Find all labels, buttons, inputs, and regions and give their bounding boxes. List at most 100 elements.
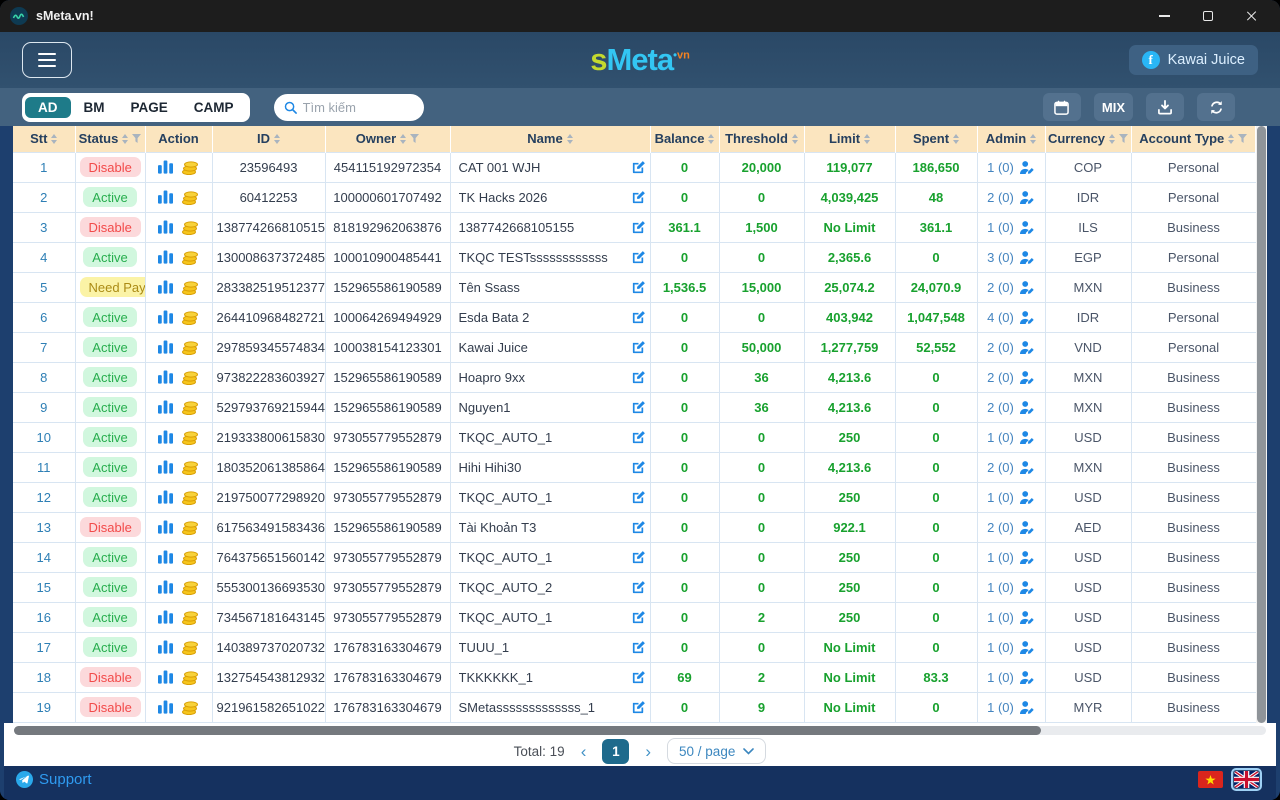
profile-button[interactable]: Kawai Juice bbox=[1129, 45, 1258, 75]
admin-user-icon[interactable] bbox=[1020, 461, 1035, 474]
edit-icon[interactable] bbox=[631, 490, 646, 505]
admin-user-icon[interactable] bbox=[1020, 371, 1035, 384]
coins-icon[interactable] bbox=[181, 310, 199, 325]
vietnam-flag-icon[interactable] bbox=[1198, 771, 1223, 788]
vertical-scrollbar[interactable] bbox=[1256, 126, 1267, 723]
tab-ad[interactable]: AD bbox=[25, 97, 71, 118]
uk-flag-button[interactable] bbox=[1231, 768, 1262, 791]
edit-icon[interactable] bbox=[631, 190, 646, 205]
chart-icon[interactable] bbox=[158, 610, 173, 624]
sort-icon[interactable] bbox=[953, 134, 959, 144]
column-header-spent[interactable]: Spent bbox=[895, 126, 977, 152]
column-header-threshold[interactable]: Threshold bbox=[719, 126, 804, 152]
edit-icon[interactable] bbox=[631, 520, 646, 535]
chart-icon[interactable] bbox=[158, 430, 173, 444]
mix-button[interactable]: MIX bbox=[1094, 93, 1133, 121]
coins-icon[interactable] bbox=[181, 430, 199, 445]
chart-icon[interactable] bbox=[158, 460, 173, 474]
coins-icon[interactable] bbox=[181, 640, 199, 655]
edit-icon[interactable] bbox=[631, 610, 646, 625]
chart-icon[interactable] bbox=[158, 520, 173, 534]
edit-icon[interactable] bbox=[631, 670, 646, 685]
admin-user-icon[interactable] bbox=[1020, 191, 1035, 204]
chart-icon[interactable] bbox=[158, 370, 173, 384]
support-link[interactable]: Support bbox=[16, 771, 92, 788]
sort-icon[interactable] bbox=[708, 134, 714, 144]
column-header-limit[interactable]: Limit bbox=[804, 126, 895, 152]
chart-icon[interactable] bbox=[158, 190, 173, 204]
admin-user-icon[interactable] bbox=[1020, 251, 1035, 264]
sort-icon[interactable] bbox=[1228, 134, 1234, 144]
sort-icon[interactable] bbox=[1109, 134, 1115, 144]
chart-icon[interactable] bbox=[158, 490, 173, 504]
chart-icon[interactable] bbox=[158, 160, 173, 174]
sort-icon[interactable] bbox=[51, 134, 57, 144]
tab-camp[interactable]: CAMP bbox=[181, 97, 247, 118]
admin-user-icon[interactable] bbox=[1020, 431, 1035, 444]
search-input[interactable] bbox=[303, 100, 414, 115]
sort-icon[interactable] bbox=[274, 134, 280, 144]
edit-icon[interactable] bbox=[631, 700, 646, 715]
admin-user-icon[interactable] bbox=[1020, 221, 1035, 234]
download-button[interactable] bbox=[1146, 93, 1184, 121]
maximize-button[interactable] bbox=[1186, 1, 1230, 31]
tab-bm[interactable]: BM bbox=[71, 97, 118, 118]
chart-icon[interactable] bbox=[158, 580, 173, 594]
coins-icon[interactable] bbox=[181, 280, 199, 295]
minimize-button[interactable] bbox=[1142, 1, 1186, 31]
filter-icon[interactable] bbox=[1238, 134, 1247, 143]
coins-icon[interactable] bbox=[181, 670, 199, 685]
horizontal-scrollbar[interactable] bbox=[14, 726, 1266, 735]
edit-icon[interactable] bbox=[631, 400, 646, 415]
edit-icon[interactable] bbox=[631, 580, 646, 595]
sort-icon[interactable] bbox=[567, 134, 573, 144]
admin-user-icon[interactable] bbox=[1020, 521, 1035, 534]
chart-icon[interactable] bbox=[158, 640, 173, 654]
column-header-balance[interactable]: Balance bbox=[650, 126, 719, 152]
calendar-button[interactable] bbox=[1043, 93, 1081, 121]
admin-user-icon[interactable] bbox=[1020, 641, 1035, 654]
chart-icon[interactable] bbox=[158, 550, 173, 564]
page-size-select[interactable]: 50 / page bbox=[667, 738, 766, 764]
column-header-action[interactable]: Action bbox=[145, 126, 212, 152]
coins-icon[interactable] bbox=[181, 160, 199, 175]
coins-icon[interactable] bbox=[181, 400, 199, 415]
close-button[interactable] bbox=[1230, 1, 1274, 31]
edit-icon[interactable] bbox=[631, 160, 646, 175]
edit-icon[interactable] bbox=[631, 340, 646, 355]
admin-user-icon[interactable] bbox=[1020, 581, 1035, 594]
tab-page[interactable]: PAGE bbox=[118, 97, 181, 118]
filter-icon[interactable] bbox=[410, 134, 419, 143]
edit-icon[interactable] bbox=[631, 250, 646, 265]
edit-icon[interactable] bbox=[631, 310, 646, 325]
chart-icon[interactable] bbox=[158, 700, 173, 714]
coins-icon[interactable] bbox=[181, 700, 199, 715]
coins-icon[interactable] bbox=[181, 340, 199, 355]
coins-icon[interactable] bbox=[181, 220, 199, 235]
coins-icon[interactable] bbox=[181, 520, 199, 535]
edit-icon[interactable] bbox=[631, 460, 646, 475]
horizontal-scrollbar-thumb[interactable] bbox=[14, 726, 1041, 735]
edit-icon[interactable] bbox=[631, 640, 646, 655]
column-header-stt[interactable]: Stt bbox=[13, 126, 75, 152]
column-header-currency[interactable]: Currency bbox=[1045, 126, 1131, 152]
admin-user-icon[interactable] bbox=[1020, 161, 1035, 174]
sort-icon[interactable] bbox=[1030, 134, 1036, 144]
coins-icon[interactable] bbox=[181, 490, 199, 505]
edit-icon[interactable] bbox=[631, 550, 646, 565]
admin-user-icon[interactable] bbox=[1020, 281, 1035, 294]
admin-user-icon[interactable] bbox=[1020, 341, 1035, 354]
sort-icon[interactable] bbox=[122, 134, 128, 144]
column-header-admin[interactable]: Admin bbox=[977, 126, 1045, 152]
column-header-id[interactable]: ID bbox=[212, 126, 325, 152]
sort-icon[interactable] bbox=[864, 134, 870, 144]
chart-icon[interactable] bbox=[158, 670, 173, 684]
prev-page-button[interactable]: ‹ bbox=[579, 743, 589, 760]
column-header-owner[interactable]: Owner bbox=[325, 126, 450, 152]
admin-user-icon[interactable] bbox=[1020, 701, 1035, 714]
menu-button[interactable] bbox=[22, 42, 72, 78]
edit-icon[interactable] bbox=[631, 370, 646, 385]
edit-icon[interactable] bbox=[631, 220, 646, 235]
column-header-status[interactable]: Status bbox=[75, 126, 145, 152]
coins-icon[interactable] bbox=[181, 250, 199, 265]
